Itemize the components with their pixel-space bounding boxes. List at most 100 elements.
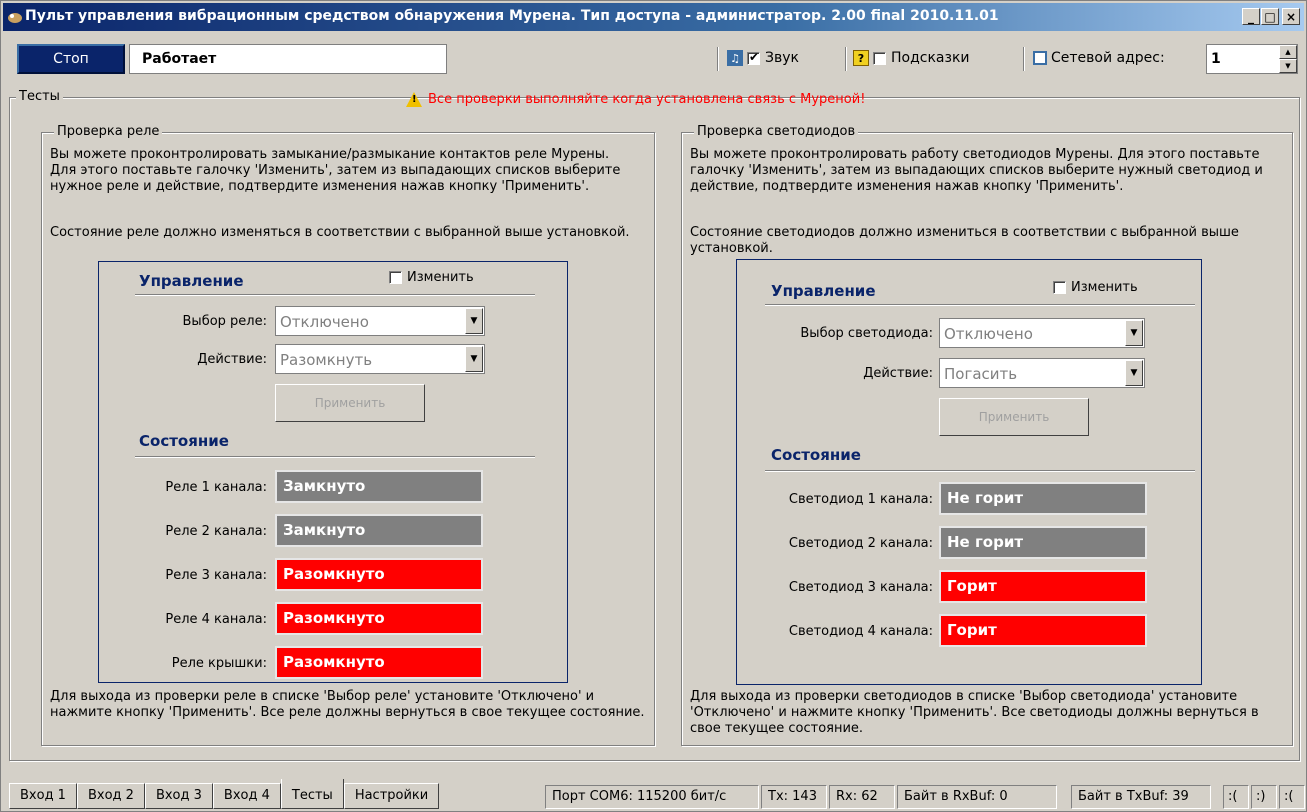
relay-4-state: Разомкнуто: [275, 602, 483, 635]
indicator-sad-icon: :(: [1279, 785, 1305, 809]
led-4-label: Светодиод 4 канала:: [788, 624, 933, 639]
sound-checkbox[interactable]: [747, 50, 760, 65]
relay-select-value: Отключено: [280, 313, 369, 331]
warning-message: ! Все проверки выполняйте когда установл…: [406, 92, 865, 107]
tab-settings[interactable]: Настройки: [343, 783, 440, 809]
tab-input-3[interactable]: Вход 3: [144, 783, 213, 809]
spin-down-icon[interactable]: ▼: [1279, 59, 1297, 73]
led-check-group: Проверка светодиодов Вы можете проконтро…: [681, 124, 1293, 746]
divider: [765, 304, 1195, 306]
led-legend: Проверка светодиодов: [694, 124, 859, 139]
main-window: Пульт управления вибрационным средством …: [0, 0, 1307, 812]
led-change-checkbox[interactable]: [1053, 281, 1066, 294]
led-3-label: Светодиод 3 канала:: [788, 580, 933, 595]
relay-action-label: Действие:: [197, 352, 267, 367]
led-4-state: Горит: [939, 614, 1147, 647]
stop-button[interactable]: Стоп: [17, 44, 125, 74]
port-status: Порт COM6: 115200 бит/с: [545, 785, 759, 809]
toolbar-separator: [1023, 47, 1025, 71]
tab-input-2[interactable]: Вход 2: [76, 783, 145, 809]
led-change-toggle[interactable]: Изменить: [1053, 280, 1138, 295]
network-icon: [1033, 51, 1047, 65]
relay-state-heading: Состояние: [139, 432, 229, 450]
maximize-icon: □: [1264, 9, 1276, 24]
relay-panel: Управление Изменить Выбор реле: Отключен…: [98, 261, 568, 683]
toolbar-separator: [717, 47, 719, 71]
tab-input-1[interactable]: Вход 1: [9, 783, 77, 809]
relay-action-value: Разомкнуть: [280, 351, 373, 369]
toolbar-separator: [845, 47, 847, 71]
hints-label: Подсказки: [891, 50, 970, 66]
relay-1-state: Замкнуто: [275, 470, 483, 503]
chevron-down-icon[interactable]: ▼: [1125, 360, 1143, 386]
relay-action-select[interactable]: Разомкнуть ▼: [275, 344, 485, 374]
maximize-button[interactable]: □: [1261, 8, 1279, 25]
relay-change-toggle[interactable]: Изменить: [389, 270, 474, 285]
led-apply-button[interactable]: Применить: [939, 398, 1089, 436]
led-footer-note: Для выхода из проверки светодиодов в спи…: [690, 689, 1259, 736]
tests-group: Тесты ! Все проверки выполняйте когда ус…: [9, 89, 1300, 761]
relay-legend: Проверка реле: [54, 124, 163, 139]
tests-legend: Тесты: [16, 89, 63, 104]
tab-tests[interactable]: Тесты: [280, 779, 344, 809]
led-3-state: Горит: [939, 570, 1147, 603]
help-icon: ?: [853, 50, 869, 66]
led-control-heading: Управление: [771, 282, 876, 300]
warning-icon: !: [406, 92, 422, 107]
relay-footer-note: Для выхода из проверки реле в списке 'Вы…: [50, 689, 645, 720]
relay-cover-label: Реле крышки:: [171, 656, 267, 671]
relay-4-label: Реле 4 канала:: [165, 612, 267, 627]
tx-count: Tx: 143: [761, 785, 827, 809]
led-state-description: Состояние светодиодов должно измениться …: [690, 225, 1239, 256]
chevron-down-icon[interactable]: ▼: [1125, 320, 1143, 346]
relay-state-description: Состояние реле должно изменяться в соотв…: [50, 225, 630, 240]
divider: [135, 456, 535, 458]
relay-description: Вы можете проконтролировать замыкание/ра…: [50, 147, 621, 194]
led-1-label: Светодиод 1 канала:: [788, 492, 933, 507]
title-bar[interactable]: Пульт управления вибрационным средством …: [3, 3, 1304, 31]
chevron-down-icon[interactable]: ▼: [465, 346, 483, 372]
netaddr-group: Сетевой адрес:: [1033, 50, 1165, 66]
warning-text: Все проверки выполняйте когда установлен…: [428, 92, 866, 107]
spin-up-icon[interactable]: ▲: [1279, 45, 1297, 59]
led-select-label: Выбор светодиода:: [800, 326, 933, 341]
close-icon: ×: [1285, 9, 1297, 24]
sound-icon: ♫: [727, 50, 743, 66]
netaddr-label: Сетевой адрес:: [1051, 50, 1165, 66]
netaddr-spinner[interactable]: 1 ▲ ▼: [1206, 44, 1298, 74]
relay-2-label: Реле 2 канала:: [165, 524, 267, 539]
txbuf-status: Байт в TxBuf: 39: [1071, 785, 1211, 809]
led-action-label: Действие:: [863, 366, 933, 381]
led-change-label: Изменить: [1071, 280, 1138, 295]
led-state-heading: Состояние: [771, 446, 861, 464]
tab-bar: Вход 1 Вход 2 Вход 3 Вход 4 Тесты Настро…: [9, 779, 440, 809]
status-display: Работает: [129, 44, 447, 74]
minimize-icon: _: [1248, 9, 1254, 24]
relay-change-checkbox[interactable]: [389, 271, 402, 284]
close-button[interactable]: ×: [1282, 8, 1300, 25]
relay-3-label: Реле 3 канала:: [165, 568, 267, 583]
relay-select-label: Выбор реле:: [182, 314, 267, 329]
sound-toggle[interactable]: ♫ Звук: [727, 50, 799, 66]
led-2-state: Не горит: [939, 526, 1147, 559]
hints-toggle[interactable]: ? Подсказки: [853, 50, 970, 66]
relay-change-label: Изменить: [407, 270, 474, 285]
indicator-happy-icon: :): [1251, 785, 1277, 809]
divider: [765, 470, 1195, 472]
led-panel: Управление Изменить Выбор светодиода: От…: [736, 259, 1202, 685]
relay-1-label: Реле 1 канала:: [165, 480, 267, 495]
led-1-state: Не горит: [939, 482, 1147, 515]
netaddr-value: 1: [1211, 51, 1221, 67]
relay-select[interactable]: Отключено ▼: [275, 306, 485, 336]
relay-apply-button[interactable]: Применить: [275, 384, 425, 422]
led-action-select[interactable]: Погасить ▼: [939, 358, 1145, 388]
window-title: Пульт управления вибрационным средством …: [25, 8, 999, 24]
led-select-value: Отключено: [944, 325, 1033, 343]
hints-checkbox[interactable]: [873, 51, 886, 65]
app-icon: [8, 13, 22, 23]
chevron-down-icon[interactable]: ▼: [465, 308, 483, 334]
rx-count: Rx: 62: [829, 785, 895, 809]
minimize-button[interactable]: _: [1242, 8, 1260, 25]
tab-input-4[interactable]: Вход 4: [212, 783, 281, 809]
led-select[interactable]: Отключено ▼: [939, 318, 1145, 348]
